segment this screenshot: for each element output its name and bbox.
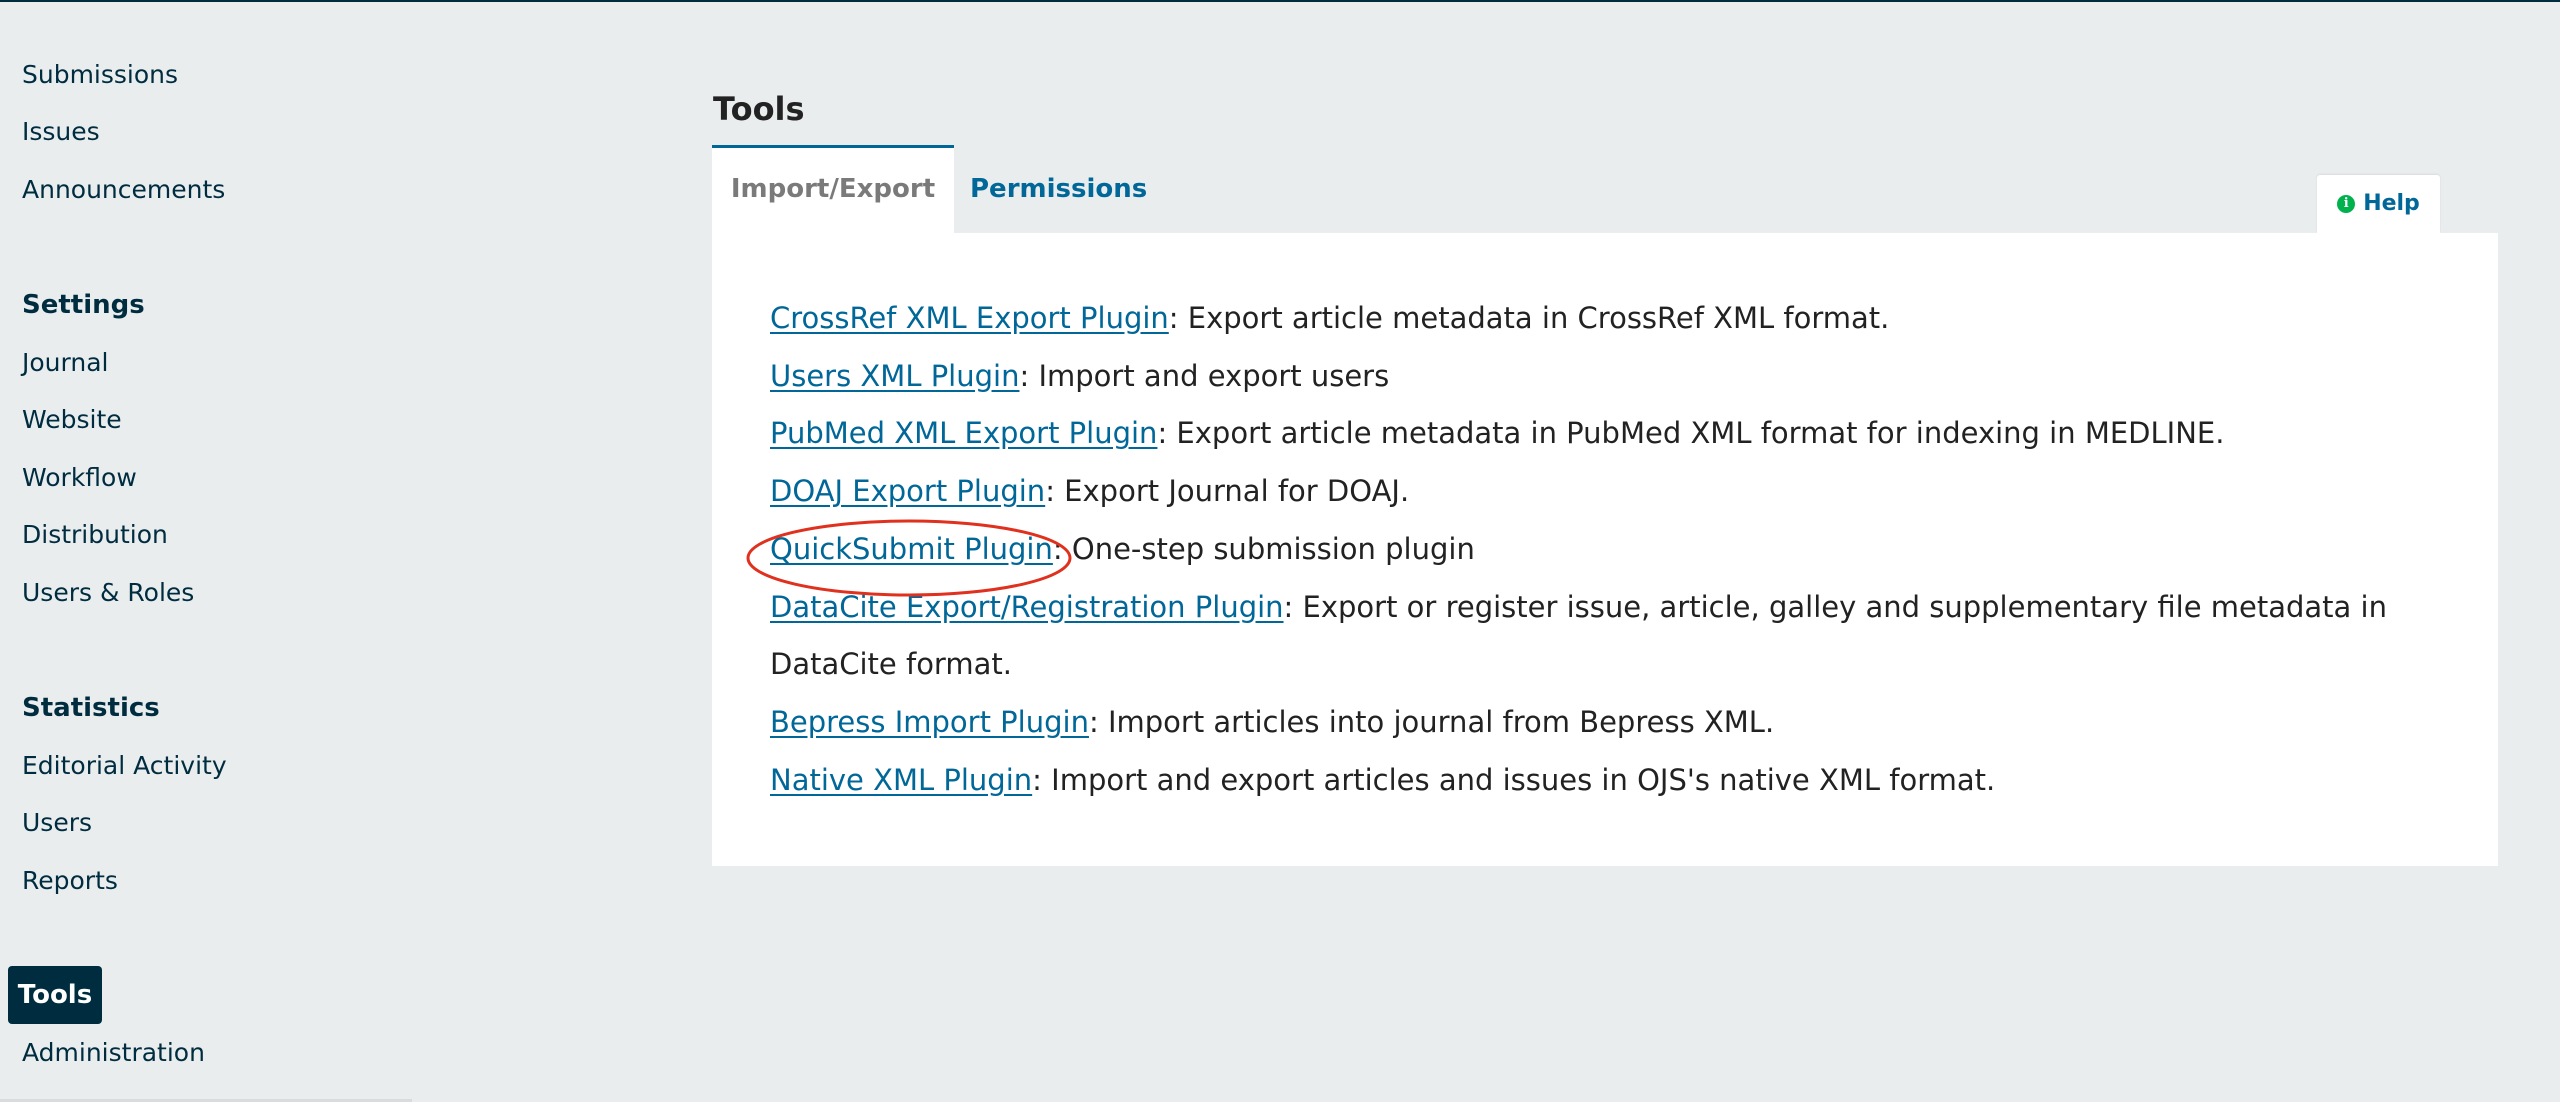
help-button-label: Help xyxy=(2363,191,2420,216)
plugin-description: : Export article metadata in PubMed XML … xyxy=(1157,416,2225,451)
list-item: Bepress Import Plugin: Import articles i… xyxy=(770,694,2470,752)
sidebar-item-distribution[interactable]: Distribution xyxy=(22,515,168,555)
sidebar-item-administration[interactable]: Administration xyxy=(22,1033,205,1073)
plugin-link-users-xml[interactable]: Users XML Plugin xyxy=(770,359,1019,393)
plugin-description: : One-step submission plugin xyxy=(1052,531,1475,566)
sidebar-item-tools[interactable]: Tools xyxy=(8,966,102,1024)
plugin-link-pubmed[interactable]: PubMed XML Export Plugin xyxy=(770,416,1157,450)
sidebar-item-editorial-activity[interactable]: Editorial Activity xyxy=(22,746,227,786)
sidebar-item-submissions[interactable]: Submissions xyxy=(22,55,178,95)
sidebar-item-users[interactable]: Users xyxy=(22,803,92,843)
plugin-link-native-xml[interactable]: Native XML Plugin xyxy=(770,763,1032,797)
info-circle-icon: i xyxy=(2337,195,2356,213)
plugin-link-datacite[interactable]: DataCite Export/Registration Plugin xyxy=(770,590,1284,624)
sidebar-heading-settings[interactable]: Settings xyxy=(22,285,145,325)
sidebar-item-workflow[interactable]: Workflow xyxy=(22,458,137,498)
sidebar-item-users-roles[interactable]: Users & Roles xyxy=(22,573,194,613)
list-item: CrossRef XML Export Plugin: Export artic… xyxy=(770,290,2470,348)
help-button[interactable]: i Help xyxy=(2317,175,2440,233)
plugin-link-quicksubmit[interactable]: QuickSubmit Plugin xyxy=(770,532,1053,566)
plugin-description: : Import articles into journal from Bepr… xyxy=(1088,704,1775,739)
sidebar-item-website[interactable]: Website xyxy=(22,400,122,440)
list-item: PubMed XML Export Plugin: Export article… xyxy=(770,405,2470,463)
list-item: Users XML Plugin: Import and export user… xyxy=(770,348,2470,406)
sidebar-item-journal[interactable]: Journal xyxy=(22,343,108,383)
tab-permissions[interactable]: Permissions xyxy=(970,148,1147,233)
list-item: DataCite Export/Registration Plugin: Exp… xyxy=(770,579,2470,694)
plugin-link-bepress[interactable]: Bepress Import Plugin xyxy=(770,705,1089,739)
plugin-description: : Export Journal for DOAJ. xyxy=(1045,474,1410,509)
sidebar-nav: Submissions Issues Announcements Setting… xyxy=(0,0,420,1102)
sidebar-item-issues[interactable]: Issues xyxy=(22,112,100,152)
sidebar-heading-statistics[interactable]: Statistics xyxy=(22,688,160,728)
plugin-link-doaj[interactable]: DOAJ Export Plugin xyxy=(770,474,1045,508)
tab-import-export[interactable]: Import/Export xyxy=(712,145,954,233)
plugin-description: : Export article metadata in CrossRef XM… xyxy=(1168,301,1890,335)
plugin-link-crossref[interactable]: CrossRef XML Export Plugin xyxy=(770,301,1169,335)
list-item: DOAJ Export Plugin: Export Journal for D… xyxy=(770,463,2470,521)
list-item: Native XML Plugin: Import and export art… xyxy=(770,752,2470,810)
plugin-description: : Import and export articles and issues … xyxy=(1032,762,1996,797)
sidebar-item-reports[interactable]: Reports xyxy=(22,861,118,901)
plugin-description: : Import and export users xyxy=(1019,358,1390,393)
list-item: QuickSubmit Plugin: One-step submission … xyxy=(770,521,2470,579)
plugin-list: CrossRef XML Export Plugin: Export artic… xyxy=(770,290,2470,809)
sidebar-item-announcements[interactable]: Announcements xyxy=(22,170,225,210)
page-title: Tools xyxy=(713,90,805,129)
